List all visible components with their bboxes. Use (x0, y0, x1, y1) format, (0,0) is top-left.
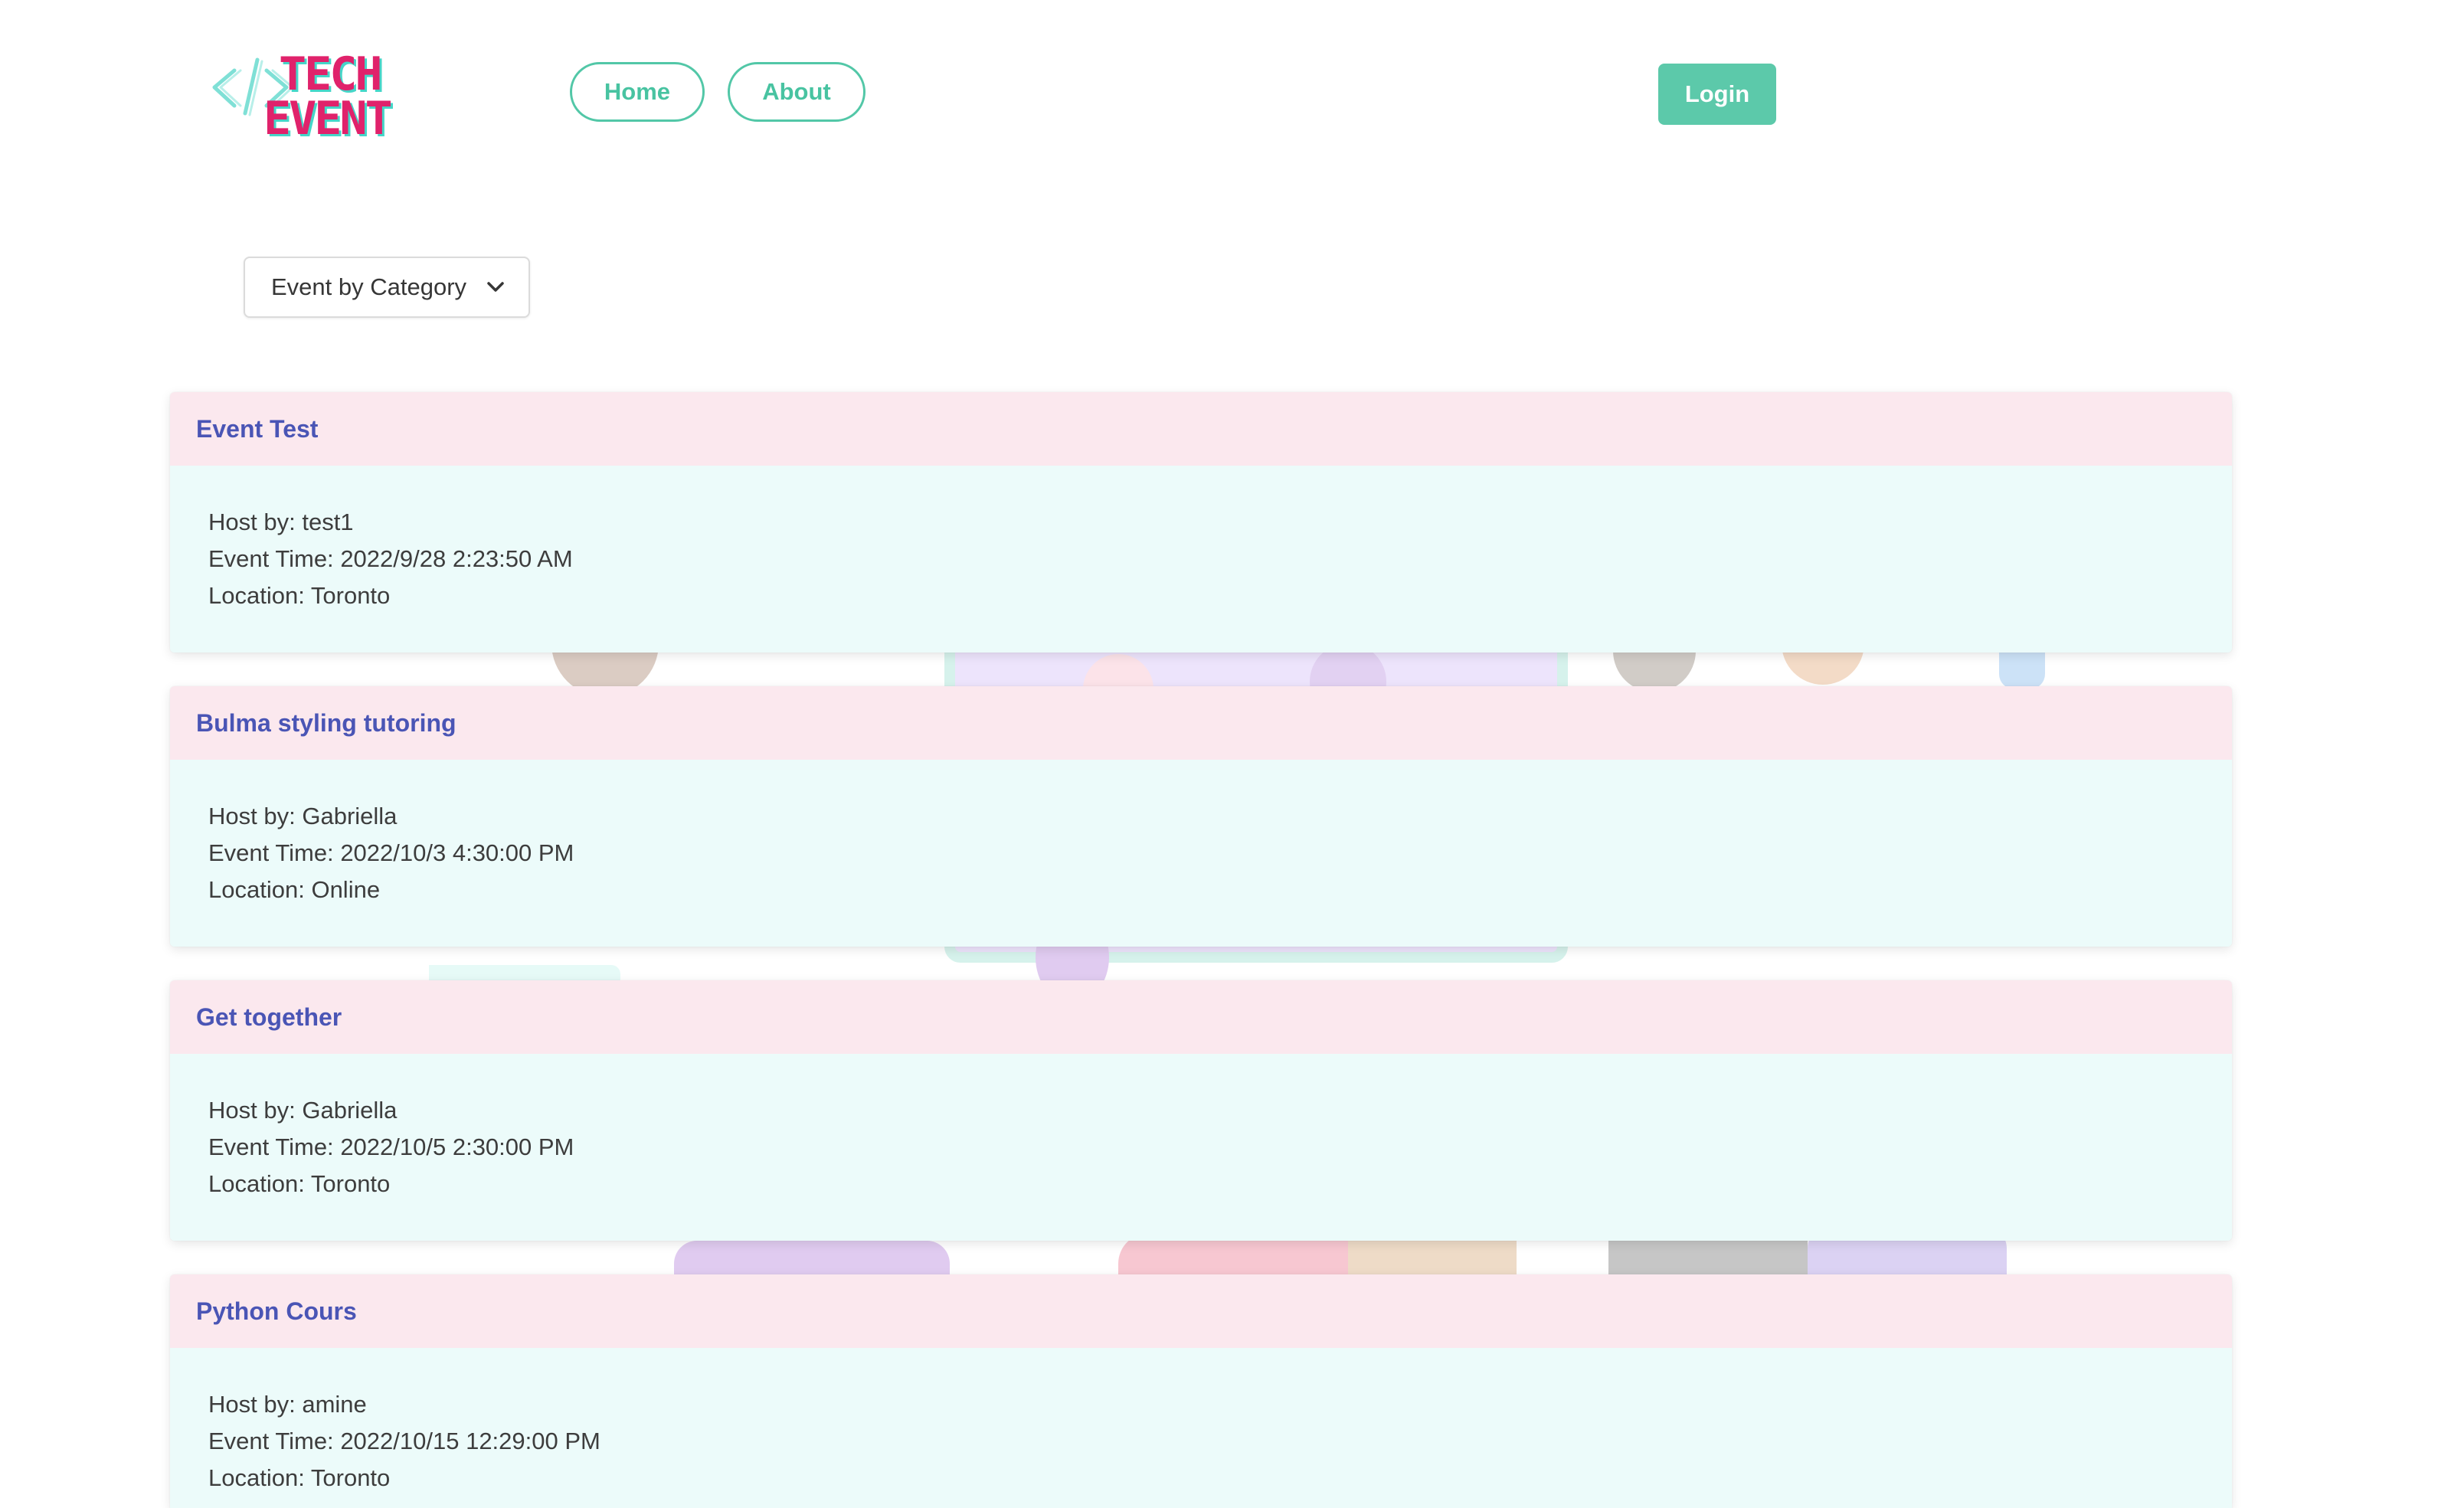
event-time: 2022/10/15 12:29:00 PM (340, 1428, 600, 1454)
event-card-title[interactable]: Event Test (170, 392, 2232, 466)
logo-text: TECH EVENT (263, 47, 393, 142)
event-host-row: Host by: Gabriella (208, 798, 2232, 835)
event-time-label: Event Time: (208, 1133, 334, 1160)
event-location: Toronto (310, 1170, 391, 1197)
event-card-body: Host by: test1 Event Time: 2022/9/28 2:2… (170, 466, 2232, 653)
category-dropdown-label: Event by Category (271, 273, 467, 300)
event-location-label: Location: (208, 1170, 305, 1197)
event-host-label: Host by: (208, 1391, 296, 1418)
logo-line-2: EVENT (263, 92, 393, 146)
event-host: Gabriella (302, 1097, 398, 1124)
event-host-row: Host by: amine (208, 1386, 2232, 1423)
event-host-row: Host by: Gabriella (208, 1092, 2232, 1129)
event-card[interactable]: Python Cours Host by: amine Event Time: … (170, 1274, 2232, 1508)
event-time-row: Event Time: 2022/9/28 2:23:50 AM (208, 541, 2232, 577)
event-time-label: Event Time: (208, 545, 334, 572)
event-host-row: Host by: test1 (208, 504, 2232, 541)
event-host-label: Host by: (208, 803, 296, 829)
page: TECH EVENT Home About Login Event by Cat… (0, 0, 2464, 1508)
event-location-row: Location: Toronto (208, 1460, 2232, 1497)
event-location-label: Location: (208, 876, 305, 903)
event-location-row: Location: Online (208, 872, 2232, 908)
logo-line-1: TECH (279, 47, 382, 101)
event-location-row: Location: Toronto (208, 1166, 2232, 1202)
event-time: 2022/10/3 4:30:00 PM (340, 839, 574, 866)
event-time-row: Event Time: 2022/10/15 12:29:00 PM (208, 1423, 2232, 1460)
event-time: 2022/9/28 2:23:50 AM (340, 545, 573, 572)
event-location: Online (311, 876, 381, 903)
event-location: Toronto (310, 582, 391, 609)
chevron-down-icon (487, 282, 504, 292)
event-card-title[interactable]: Bulma styling tutoring (170, 686, 2232, 760)
login-button[interactable]: Login (1658, 64, 1776, 125)
event-card[interactable]: Get together Host by: Gabriella Event Ti… (170, 980, 2232, 1241)
event-card[interactable]: Bulma styling tutoring Host by: Gabriell… (170, 686, 2232, 947)
event-time-row: Event Time: 2022/10/5 2:30:00 PM (208, 1129, 2232, 1166)
event-card-title[interactable]: Python Cours (170, 1274, 2232, 1348)
nav-about-button[interactable]: About (728, 62, 866, 122)
event-card-body: Host by: amine Event Time: 2022/10/15 12… (170, 1348, 2232, 1508)
event-host-label: Host by: (208, 509, 296, 535)
event-host: amine (302, 1391, 367, 1418)
event-time: 2022/10/5 2:30:00 PM (340, 1133, 574, 1160)
event-location-row: Location: Toronto (208, 577, 2232, 614)
event-location-label: Location: (208, 1464, 305, 1491)
category-dropdown[interactable]: Event by Category (244, 257, 530, 318)
event-host: test1 (302, 509, 354, 535)
event-card-title[interactable]: Get together (170, 980, 2232, 1054)
event-card-body: Host by: Gabriella Event Time: 2022/10/3… (170, 760, 2232, 947)
tech-event-logo[interactable]: TECH EVENT (211, 47, 441, 155)
event-host: Gabriella (302, 803, 398, 829)
event-location: Toronto (310, 1464, 391, 1491)
event-card[interactable]: Event Test Host by: test1 Event Time: 20… (170, 392, 2232, 653)
event-time-label: Event Time: (208, 839, 334, 866)
event-time-row: Event Time: 2022/10/3 4:30:00 PM (208, 835, 2232, 872)
event-card-body: Host by: Gabriella Event Time: 2022/10/5… (170, 1054, 2232, 1241)
nav-home-button[interactable]: Home (570, 62, 705, 122)
event-host-label: Host by: (208, 1097, 296, 1124)
event-time-label: Event Time: (208, 1428, 334, 1454)
event-location-label: Location: (208, 582, 305, 609)
